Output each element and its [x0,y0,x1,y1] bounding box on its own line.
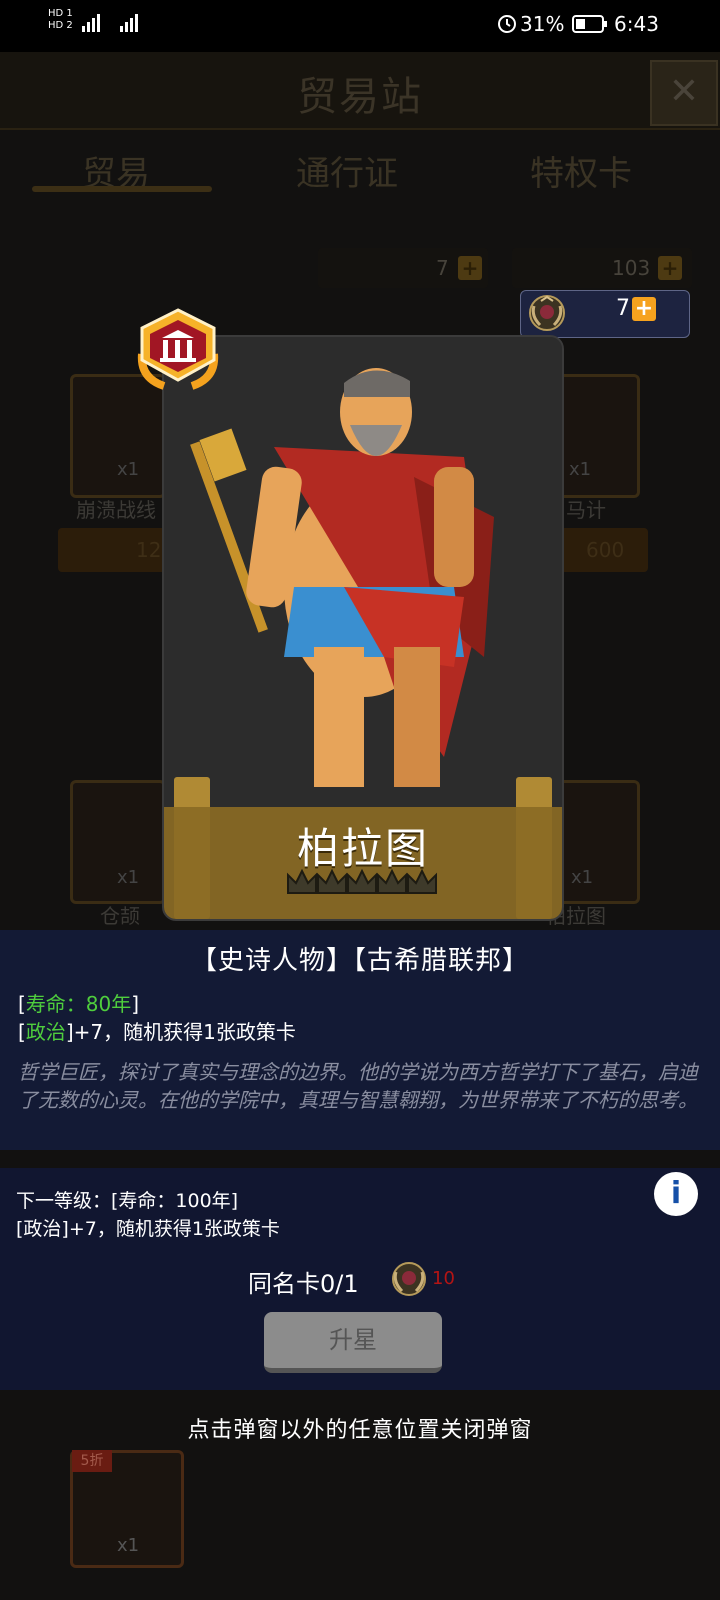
clock: 6:43 [614,12,659,36]
tab-privilege[interactable]: 特权卡 [530,146,632,195]
bg-card-3[interactable]: x1 [70,780,166,904]
attr1-close: ] [131,992,140,1016]
star-up-cost: 10 [432,1268,455,1289]
next-level-politics: [政治]+7，随机获得1张政策卡 [16,1218,280,1240]
duplicate-card-count: 同名卡0/1 [248,1270,359,1298]
close-hint: 点击弹窗以外的任意位置关闭弹窗 [187,1418,533,1443]
crown-rating [287,868,437,894]
laurel-emblem-icon [526,292,568,334]
plato-portrait [164,337,562,807]
politics-label: 政治 [25,1020,66,1044]
bg-currency-2-value: 103 [612,256,651,280]
alarm-icon [496,12,518,38]
bg-card-1-label: 崩溃战线 [76,498,156,522]
bg-card-2-price: 600 [552,528,648,572]
temple-badge-icon [130,308,226,392]
bg-currency-2-plus: + [658,256,682,280]
politics-effect: +7，随机获得1张政策卡 [73,1020,296,1044]
info-icon[interactable]: i [654,1172,698,1216]
discount-badge: 5折 [72,1450,112,1472]
bg-currency-1: 7 + [318,248,488,288]
bg-card-2-price-value: 600 [586,538,625,562]
card-description: 哲学巨匠，探讨了真实与理念的边界。他的学说为西方哲学打下了基石，启迪了无数的心灵… [18,1060,698,1112]
bg-card-4-count: x1 [571,867,594,888]
bg-card-2-label: 马计 [566,498,606,522]
bg-card-bottom-count: x1 [117,1535,140,1556]
politics-attribute: [政治]+7，随机获得1张政策卡 [18,1020,296,1044]
next-level-lifespan: 下一等级：[寿命：100年] [16,1190,239,1212]
hd2-label: HD 2 [48,20,73,31]
currency-value: 7 [616,296,630,321]
bg-page-title: 贸易站 [297,74,423,120]
hd1-label: HD 1 [48,8,73,19]
star-up-button[interactable]: 升星 [264,1312,442,1373]
bg-currency-1-plus: + [458,256,482,280]
card-category: 【史诗人物】【古希腊联邦】 [190,946,529,976]
attr1-open: [ [18,992,26,1016]
character-card: 柏拉图 [162,335,564,921]
bg-card-1[interactable]: x1 [70,374,166,498]
lifespan-attribute: [寿命：80年] [18,988,139,1017]
close-icon[interactable]: ✕ [650,60,718,126]
battery-icon [572,14,608,38]
tab-underline [32,186,212,192]
bg-currency-1-value: 7 [436,256,449,280]
bg-card-2-count: x1 [569,459,592,480]
bg-currency-2: 103 + [512,248,692,288]
add-currency-button[interactable]: + [632,297,656,321]
bg-card-3-label: 仓颉 [100,904,140,928]
bg-card-3-count: x1 [117,867,140,888]
bg-card-1-price: 120 [58,528,174,572]
laurel-emblem-small-icon [388,1258,430,1300]
lifespan-value: 寿命：80年 [25,992,132,1016]
bg-card-1-count: x1 [117,459,140,480]
signal-icon [82,12,154,37]
tab-pass[interactable]: 通行证 [296,146,398,195]
hd-indicator: HD 1 HD 2 [48,8,73,32]
battery-percent: 31% [520,12,565,36]
